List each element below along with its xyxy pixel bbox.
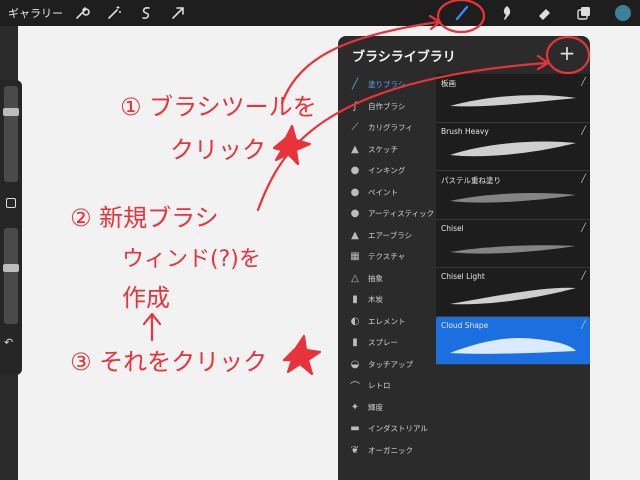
brush-stroke-preview [450, 244, 576, 254]
category-item[interactable]: ▬ インダストリアル [338, 418, 436, 440]
brush-pen-icon: ╱ [581, 77, 586, 86]
category-item[interactable]: ● アーティスティック [338, 203, 436, 225]
category-item[interactable]: △ 抽象 [338, 268, 436, 290]
leaf-icon: ❦ [350, 444, 360, 456]
brush-stroke-preview [450, 337, 576, 354]
modify-button[interactable] [6, 198, 16, 208]
category-label: レトロ [368, 381, 391, 391]
panel-title: ブラシライブラリ [352, 50, 456, 65]
top-toolbar: ギャラリー [0, 0, 640, 26]
category-item[interactable]: ▲ スケッチ [338, 139, 436, 161]
brush-item[interactable]: パステル重ね塗り ╱ [436, 171, 590, 220]
category-label: テクスチャ [368, 252, 406, 262]
transform-arrow-icon[interactable] [168, 3, 188, 23]
category-item[interactable]: ▦ テクスチャ [338, 246, 436, 268]
brush-pen-icon: ╱ [581, 319, 586, 329]
add-brush-button[interactable]: + [556, 43, 578, 65]
stroke-icon: ∫ [352, 100, 358, 112]
texture-icon: ▦ [350, 251, 360, 263]
selection-icon[interactable] [136, 3, 156, 23]
smudge-icon[interactable] [497, 3, 517, 23]
anvil-icon: ▬ [350, 423, 360, 435]
category-item[interactable]: ● インキング [338, 160, 436, 182]
category-item[interactable]: ⌒ レトロ [338, 375, 436, 397]
category-label: インキング [368, 166, 406, 176]
category-label: エレメント [368, 316, 406, 326]
brush-item[interactable]: Chisel Light ╱ [436, 268, 590, 317]
brush-pen-icon: ╱ [581, 125, 586, 135]
wrench-icon[interactable] [72, 3, 92, 23]
color-swatch[interactable] [614, 4, 632, 22]
brush-name: Chisel [441, 223, 464, 233]
category-label: カリグラフィ [368, 123, 413, 133]
category-item[interactable]: ◒ タッチアップ [338, 354, 436, 376]
brush-icon[interactable] [452, 3, 472, 23]
category-item[interactable]: ❦ オーガニック [338, 440, 436, 462]
category-label: オーガニック [368, 445, 413, 455]
category-label: 木炭 [368, 295, 383, 305]
spray-can-icon: ▮ [352, 337, 358, 349]
brush-size-slider[interactable] [3, 86, 19, 182]
brush-name: Chisel Light [441, 272, 485, 281]
paint-drop-icon: ● [350, 186, 360, 198]
brush-stroke-preview [450, 193, 576, 203]
opacity-knob[interactable] [3, 264, 19, 272]
category-label: 輝度 [368, 402, 383, 412]
yin-yang-icon: ◐ [350, 315, 360, 327]
brush-name: Cloud Shape [441, 320, 489, 330]
brush-stroke-preview [450, 141, 576, 156]
brush-pen-icon: ╱ [581, 271, 586, 280]
brush-name: Brush Heavy [441, 126, 489, 136]
brush-list: 板画 ╱ Brush Heavy ╱ パステル重ね塗り ╱ Chisel ╱ Chisel Li… [436, 74, 590, 365]
category-item[interactable]: ╱ 塗りブラシ [338, 74, 436, 96]
pencil-icon: ▲ [351, 143, 359, 155]
category-item[interactable]: ▲ エアーブラシ [338, 225, 436, 247]
category-label: エアーブラシ [368, 230, 412, 240]
triangle-icon: △ [351, 272, 359, 284]
brush-pen-icon: ╱ [581, 222, 586, 232]
magic-wand-icon[interactable] [104, 3, 124, 23]
category-label: ペイント [368, 187, 398, 197]
gallery-button[interactable]: ギャラリー [8, 5, 63, 21]
brush-item[interactable]: Chisel ╱ [436, 219, 590, 268]
brush-pen-icon: ╱ [581, 174, 586, 183]
retro-icon: ⌒ [350, 382, 360, 394]
pen-stroke-icon: ╱ [351, 79, 359, 91]
category-label: アーティスティック [368, 209, 435, 219]
undo-icon[interactable]: ↶ [4, 336, 13, 349]
category-item[interactable]: ∫ 自作ブラシ [338, 96, 436, 118]
artistic-drop-icon: ● [350, 208, 360, 220]
opacity-slider[interactable] [3, 228, 19, 324]
brush-item[interactable]: 板画 ╱ [436, 74, 590, 123]
charcoal-icon: ▮ [352, 294, 358, 306]
category-label: インダストリアル [368, 424, 428, 434]
category-item[interactable]: ◐ エレメント [338, 311, 436, 333]
category-label: 抽象 [368, 273, 383, 283]
category-label: 塗りブラシ [368, 80, 406, 90]
category-item[interactable]: ▮ スプレー [338, 332, 436, 354]
left-sidebar: ↶ [0, 80, 22, 375]
category-item[interactable]: ▮ 木炭 [338, 289, 436, 311]
brush-item[interactable]: Cloud Shape ╱ [436, 316, 590, 365]
layers-icon[interactable] [574, 3, 594, 23]
ink-drop-icon: ● [350, 165, 360, 177]
category-label: スケッチ [368, 144, 398, 154]
eraser-icon[interactable] [535, 3, 555, 23]
brush-library-panel: ブラシライブラリ + ╱ 塗りブラシ ∫ 自作ブラシ ⟋ カリグラフィ ▲ スケッチ ● インキン… [338, 36, 590, 480]
brush-size-knob[interactable] [3, 108, 19, 116]
category-label: スプレー [368, 338, 398, 348]
brush-item[interactable]: Brush Heavy ╱ [436, 122, 590, 171]
airbrush-icon: ▲ [351, 229, 359, 241]
category-label: 自作ブラシ [368, 101, 406, 111]
sparkle-icon: ✦ [350, 401, 360, 413]
category-list: ╱ 塗りブラシ ∫ 自作ブラシ ⟋ カリグラフィ ▲ スケッチ ● インキング ● ペイント ● アーティ… [338, 74, 436, 461]
category-item[interactable]: ✦ 輝度 [338, 397, 436, 419]
category-item[interactable]: ⟋ カリグラフィ [338, 117, 436, 139]
category-item[interactable]: ● ペイント [338, 182, 436, 204]
category-label: タッチアップ [368, 359, 413, 369]
touchup-icon: ◒ [350, 358, 360, 370]
brush-stroke-preview [450, 95, 576, 107]
calligraphy-icon: ⟋ [351, 122, 359, 134]
brush-stroke-preview [450, 287, 576, 305]
